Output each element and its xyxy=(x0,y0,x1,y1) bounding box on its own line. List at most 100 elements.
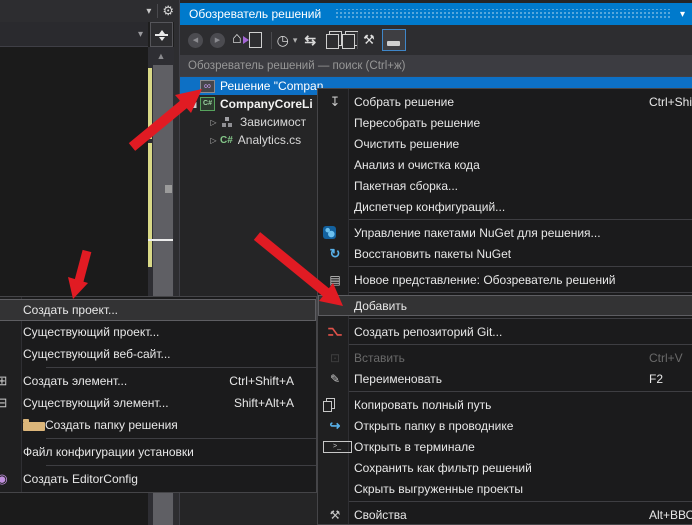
sync-with-active-document-button[interactable]: ⇆ xyxy=(304,32,316,49)
split-editor-button[interactable] xyxy=(150,22,173,47)
modified-lines-marker xyxy=(148,143,152,267)
solution-search-input[interactable] xyxy=(180,55,692,76)
editor-navigation-dropdown[interactable]: ▾ xyxy=(0,22,148,47)
scrollbar-annotation xyxy=(165,185,172,193)
menu-item-label: Открыть в терминале xyxy=(354,440,475,454)
menu-item-restore-nuget-packages[interactable]: ↻ Восстановить пакеты NuGet xyxy=(318,243,692,264)
caret-position-marker xyxy=(148,239,173,241)
menu-item-manage-nuget-packages[interactable]: Управление пакетами NuGet для решения... xyxy=(318,222,692,243)
panel-title: Обозреватель решений xyxy=(189,7,321,21)
menu-item-existing-project[interactable]: Существующий проект... xyxy=(0,321,316,343)
folder-icon xyxy=(23,422,45,431)
menu-item-new-solution-folder[interactable]: Создать папку решения xyxy=(0,414,316,436)
menu-item-installer-configuration-file[interactable]: Файл конфигурации установки xyxy=(0,441,316,463)
menu-separator xyxy=(46,465,316,466)
expanded-chevron-icon[interactable]: ◢ xyxy=(188,100,199,109)
menu-item-rename[interactable]: ✎ПереименоватьF2 xyxy=(318,368,692,389)
menu-item-label: Копировать полный путь xyxy=(354,398,491,412)
menu-item-copy-full-path[interactable]: Копировать полный путь xyxy=(318,394,692,415)
menu-item-label: Диспетчер конфигураций... xyxy=(354,200,505,214)
nuget-restore-icon: ↻ xyxy=(323,246,347,262)
menu-item-label: Скрыть выгруженные проекты xyxy=(354,482,523,496)
menu-item-label: Добавить xyxy=(354,299,407,313)
menu-item-save-as-solution-filter[interactable]: Сохранить как фильтр решений xyxy=(318,457,692,478)
pending-changes-filter-button[interactable]: ◷ xyxy=(277,32,289,49)
open-explorer-icon: ↪ xyxy=(323,418,347,434)
window-position-chevron-icon[interactable]: ▾ xyxy=(680,9,692,20)
menu-item-hide-unloaded-projects[interactable]: Скрыть выгруженные проекты xyxy=(318,478,692,499)
existing-item-icon: ⊟ xyxy=(0,395,13,411)
menu-item-new-item[interactable]: ⊞Создать элемент...Ctrl+Shift+A xyxy=(0,370,316,392)
filter-dropdown-chevron-icon[interactable]: ▾ xyxy=(293,35,298,46)
toolbar-separator xyxy=(271,32,272,49)
chevron-down-icon[interactable]: ▾ xyxy=(140,6,157,17)
menu-item-label: Существующий элемент... xyxy=(23,396,169,410)
collapse-all-button[interactable] xyxy=(326,34,339,49)
menu-item-batch-build[interactable]: Пакетная сборка... xyxy=(318,175,692,196)
tree-item-label: Analytics.cs xyxy=(238,133,301,147)
scroll-up-icon[interactable]: ▲ xyxy=(148,51,174,61)
new-item-icon: ⊞ xyxy=(0,373,13,389)
menu-item-build-solution[interactable]: ↧Собрать решениеCtrl+Shif xyxy=(318,91,692,112)
menu-item-label: Открыть папку в проводнике xyxy=(354,419,513,433)
back-button[interactable]: ◀ xyxy=(188,33,203,48)
menu-item-label: Анализ и очистка кода xyxy=(354,158,480,172)
menu-item-label: Создать папку решения xyxy=(45,418,178,432)
switch-views-button[interactable] xyxy=(249,32,262,48)
add-submenu: Создать проект... Существующий проект... С… xyxy=(0,296,317,493)
menu-item-new-solution-explorer-view[interactable]: ▤ Новое представление: Обозреватель решен… xyxy=(318,269,692,290)
menu-item-label: Пересобрать решение xyxy=(354,116,480,130)
forward-button[interactable]: ▶ xyxy=(210,33,225,48)
menu-item-rebuild-solution[interactable]: Пересобрать решение xyxy=(318,112,692,133)
git-icon: ⌥ xyxy=(323,324,347,340)
menu-item-paste[interactable]: ⊡ВставитьCtrl+V xyxy=(318,347,692,368)
menu-item-create-git-repository[interactable]: ⌥ Создать репозиторий Git... xyxy=(318,321,692,342)
collapsed-chevron-icon[interactable]: ▷ xyxy=(208,136,219,145)
menu-item-label: Управление пакетами NuGet для решения... xyxy=(354,226,601,240)
menu-item-existing-item[interactable]: ⊟Существующий элемент...Shift+Alt+A xyxy=(0,392,316,414)
copy-path-icon xyxy=(323,401,332,412)
menu-item-label: Восстановить пакеты NuGet xyxy=(354,247,511,261)
menu-item-properties[interactable]: ⚒СвойстваAlt+ВВО xyxy=(318,504,692,525)
show-all-files-button[interactable] xyxy=(342,34,355,49)
menu-item-shortcut: Ctrl+Shif xyxy=(649,95,692,109)
solution-explorer-title-bar[interactable]: Обозреватель решений ▾ xyxy=(180,3,692,25)
menu-item-label: Существующий проект... xyxy=(23,325,159,339)
terminal-icon: >_ xyxy=(323,441,352,453)
menu-item-configuration-manager[interactable]: Диспетчер конфигураций... xyxy=(318,196,692,217)
preview-selected-items-button[interactable] xyxy=(382,29,406,51)
menu-item-clean-solution[interactable]: Очистить решение xyxy=(318,133,692,154)
menu-item-label: Пакетная сборка... xyxy=(354,179,458,193)
collapsed-chevron-icon[interactable]: ▷ xyxy=(208,118,219,127)
menu-separator xyxy=(349,501,692,502)
home-button[interactable]: ⌂ xyxy=(232,30,242,48)
menu-item-existing-website[interactable]: Существующий веб-сайт... xyxy=(0,343,316,365)
menu-item-add[interactable]: Добавить xyxy=(318,295,692,316)
dependencies-icon xyxy=(220,116,235,129)
menu-separator xyxy=(46,367,316,368)
rename-icon: ✎ xyxy=(323,372,347,386)
solution-explorer-toolbar: ◀ ▶ ⌂ ◷ ▾ ⇆ ⚒ xyxy=(180,25,692,55)
menu-item-label: Создать репозиторий Git... xyxy=(354,325,502,339)
menu-item-label: Собрать решение xyxy=(354,95,454,109)
menu-item-label: Файл конфигурации установки xyxy=(23,445,194,459)
properties-button[interactable]: ⚒ xyxy=(363,32,375,48)
menu-item-label: Новое представление: Обозреватель решени… xyxy=(354,273,615,287)
search-box xyxy=(180,55,692,77)
new-view-icon: ▤ xyxy=(323,273,347,287)
menu-item-label: Сохранить как фильтр решений xyxy=(354,461,532,475)
menu-item-label: Создать проект... xyxy=(23,303,118,317)
menu-item-open-folder-in-file-explorer[interactable]: ↪ Открыть папку в проводнике xyxy=(318,415,692,436)
menu-item-create-editorconfig[interactable]: ◉Создать EditorConfig xyxy=(0,468,316,490)
menu-item-shortcut: F2 xyxy=(649,372,663,386)
menu-item-open-in-terminal[interactable]: >_Открыть в терминале xyxy=(318,436,692,457)
split-editor-icon xyxy=(155,28,168,41)
menu-item-analyze-and-code-cleanup[interactable]: Анализ и очистка кода xyxy=(318,154,692,175)
csharp-project-icon: C# xyxy=(200,97,215,111)
menu-item-label: Свойства xyxy=(354,508,407,522)
menu-item-label: Вставить xyxy=(354,351,405,365)
tree-item-label: Зависимост xyxy=(240,115,306,129)
menu-item-label: Очистить решение xyxy=(354,137,459,151)
menu-item-new-project[interactable]: Создать проект... xyxy=(0,299,316,321)
toolbar-separator xyxy=(357,32,358,49)
